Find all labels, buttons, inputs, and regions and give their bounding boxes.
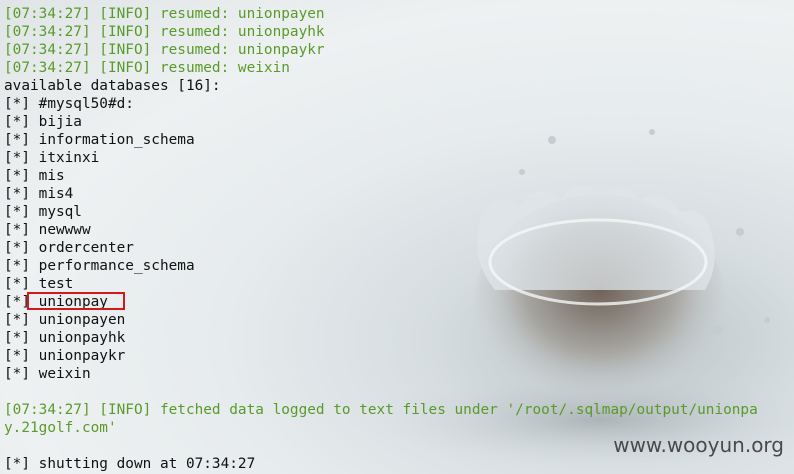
terminal-line: [*] weixin — [4, 366, 91, 382]
terminal-window[interactable]: [07:34:27] [INFO] resumed: unionpayen [07… — [0, 0, 794, 474]
terminal-output: [07:34:27] [INFO] resumed: unionpayen [07… — [4, 5, 758, 473]
watermark-text: www.wooyun.org — [613, 433, 784, 457]
terminal-line: [*] newwww — [4, 222, 91, 238]
terminal-line: [*] unionpayhk — [4, 330, 126, 346]
terminal-line: [*] #mysql50#d: — [4, 96, 134, 112]
terminal-line: [07:34:27] [INFO] fetched data logged to… — [4, 402, 758, 418]
terminal-line: [*] test — [4, 276, 74, 292]
terminal-line: [07:34:27] [INFO] resumed: unionpaykr — [4, 42, 325, 58]
terminal-line: available databases [16]: — [4, 78, 221, 94]
terminal-line: [*] itxinxi — [4, 150, 100, 166]
terminal-line: [*] mysql — [4, 204, 82, 220]
terminal-line: [*] shutting down at 07:34:27 — [4, 456, 256, 472]
terminal-line: [*] mis — [4, 168, 65, 184]
terminal-line: [07:34:27] [INFO] resumed: unionpayen — [4, 6, 325, 22]
terminal-line: [*] performance_schema — [4, 258, 195, 274]
terminal-line: [*] mis4 — [4, 186, 74, 202]
terminal-line: [*] information_schema — [4, 132, 195, 148]
terminal-line: [*] unionpayen — [4, 312, 126, 328]
terminal-line: [*] unionpaykr — [4, 348, 126, 364]
terminal-line: [*] bijia — [4, 114, 82, 130]
terminal-line: [07:34:27] [INFO] resumed: weixin — [4, 60, 290, 76]
terminal-line: [07:34:27] [INFO] resumed: unionpayhk — [4, 24, 325, 40]
terminal-line: [*] ordercenter — [4, 240, 134, 256]
highlight-box — [27, 292, 125, 310]
